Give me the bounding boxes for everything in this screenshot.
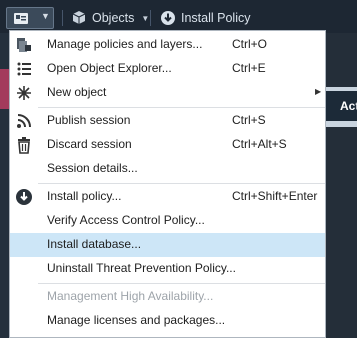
chevron-down-icon: ▼ bbox=[41, 11, 50, 21]
menu-item-label: Uninstall Threat Prevention Policy... bbox=[47, 261, 236, 275]
menu-item-publish-session[interactable]: Publish session Ctrl+S bbox=[10, 109, 325, 133]
menu-item-session-details[interactable]: Session details... bbox=[10, 157, 325, 181]
menu-item-shortcut: Ctrl+O bbox=[232, 37, 268, 51]
menu-item-label: Publish session bbox=[47, 113, 131, 127]
menu-item-install-policy[interactable]: Install policy... Ctrl+Shift+Enter bbox=[10, 185, 325, 209]
app-menu-button[interactable]: ▼ bbox=[6, 7, 54, 29]
menu-item-manage-policies[interactable]: Manage policies and layers... Ctrl+O bbox=[10, 33, 325, 57]
app-menu-icon bbox=[14, 13, 28, 24]
menu-item-shortcut: Ctrl+E bbox=[232, 61, 266, 75]
menu-divider bbox=[38, 183, 325, 184]
toolbar-divider bbox=[150, 10, 151, 26]
menu-item-new-object[interactable]: New object ▶ bbox=[10, 81, 325, 105]
menu-item-label: Management High Availability... bbox=[47, 289, 214, 303]
app-dropdown-menu: Manage policies and layers... Ctrl+O Ope… bbox=[9, 30, 326, 338]
menu-item-label: Open Object Explorer... bbox=[47, 61, 172, 75]
menu-item-label: Manage policies and layers... bbox=[47, 37, 203, 51]
toolbar-divider bbox=[62, 10, 63, 26]
trash-icon bbox=[18, 137, 30, 154]
menu-divider bbox=[38, 283, 325, 284]
objects-label: Objects bbox=[92, 11, 135, 25]
partial-header-label: Act bbox=[326, 91, 357, 121]
menu-item-label: Discard session bbox=[47, 137, 132, 151]
menu-item-uninstall-threat-prevention[interactable]: Uninstall Threat Prevention Policy... bbox=[10, 257, 325, 281]
menu-item-verify-access-control[interactable]: Verify Access Control Policy... bbox=[10, 209, 325, 233]
list-icon bbox=[17, 62, 31, 76]
menu-item-shortcut: Ctrl+Shift+Enter bbox=[232, 189, 318, 203]
new-object-icon bbox=[17, 86, 31, 100]
submenu-arrow-icon: ▶ bbox=[315, 87, 322, 96]
install-icon bbox=[16, 189, 32, 205]
menu-divider bbox=[38, 107, 325, 108]
objects-menu-button[interactable]: Objects ▼ bbox=[71, 8, 149, 28]
chevron-down-icon: ▼ bbox=[141, 13, 150, 23]
menu-item-open-object-explorer[interactable]: Open Object Explorer... Ctrl+E bbox=[10, 57, 325, 81]
install-arrow-icon bbox=[161, 11, 175, 25]
policy-layers-icon bbox=[17, 38, 31, 52]
left-panel-edge bbox=[0, 33, 9, 338]
install-policy-label: Install Policy bbox=[181, 11, 251, 25]
top-toolbar: ▼ Objects ▼ Install Policy bbox=[0, 0, 357, 34]
menu-item-label: New object bbox=[47, 85, 107, 99]
menu-item-manage-licenses[interactable]: Manage licenses and packages... bbox=[10, 309, 325, 333]
menu-item-label: Verify Access Control Policy... bbox=[47, 213, 205, 227]
objects-cube-icon bbox=[72, 11, 86, 24]
menu-item-label: Install policy... bbox=[47, 189, 122, 203]
menu-item-label: Manage licenses and packages... bbox=[47, 313, 226, 327]
menu-item-management-high-availability: Management High Availability... bbox=[10, 285, 325, 309]
install-policy-button[interactable]: Install Policy bbox=[160, 8, 250, 28]
menu-item-shortcut: Ctrl+S bbox=[232, 113, 266, 127]
right-panel-edge: Act bbox=[326, 33, 357, 338]
menu-item-shortcut: Ctrl+Alt+S bbox=[232, 137, 287, 151]
menu-item-label: Session details... bbox=[47, 161, 138, 175]
menu-item-install-database[interactable]: Install database... bbox=[10, 233, 325, 257]
menu-item-label: Install database... bbox=[47, 237, 142, 251]
menu-item-discard-session[interactable]: Discard session Ctrl+Alt+S bbox=[10, 133, 325, 157]
publish-icon bbox=[17, 114, 31, 128]
active-indicator bbox=[0, 69, 9, 109]
